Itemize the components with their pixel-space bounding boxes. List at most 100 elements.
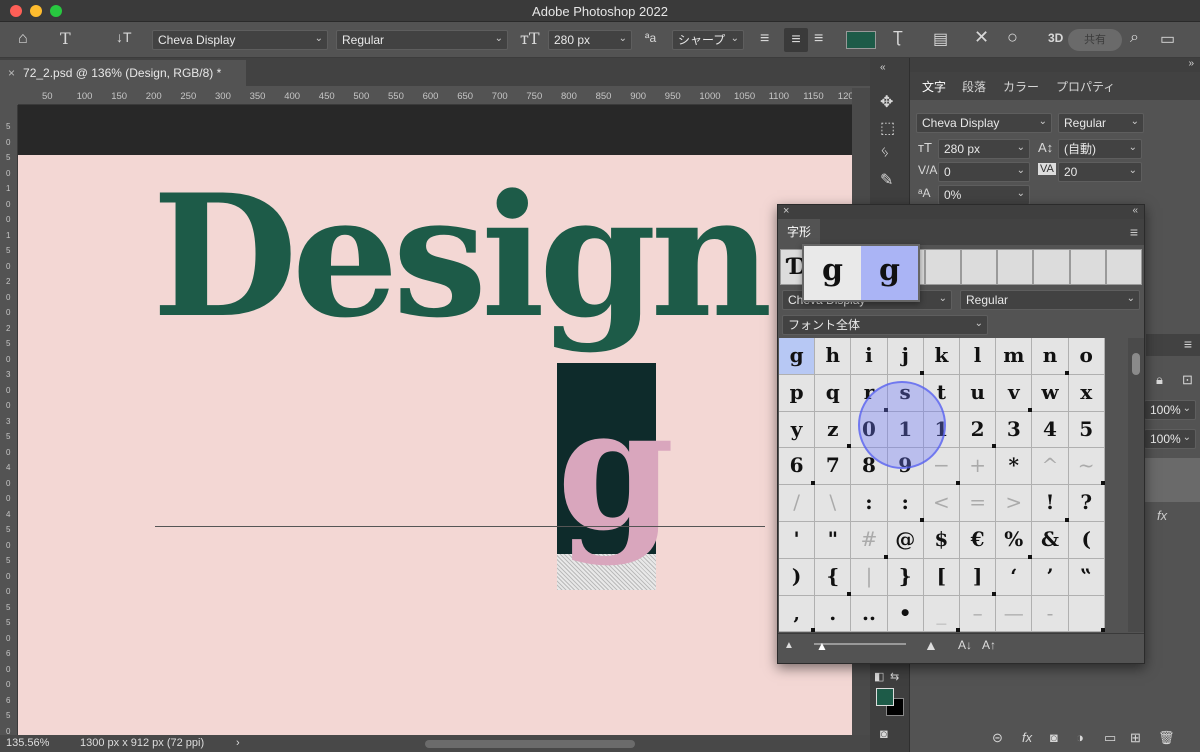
- tab-glyphs[interactable]: 字形: [778, 219, 820, 245]
- recent-glyph-cell[interactable]: [997, 249, 1034, 285]
- glyph-cell[interactable]: 5: [1068, 411, 1105, 449]
- glyph-cell[interactable]: —: [996, 595, 1033, 632]
- glyph-cell[interactable]: l: [960, 338, 997, 375]
- move-tool-icon[interactable]: ✥: [880, 92, 893, 112]
- glyph-cell[interactable]: \: [815, 485, 852, 522]
- glyph-cell[interactable]: ‘: [996, 558, 1033, 596]
- quick-select-icon[interactable]: ✎: [880, 170, 893, 190]
- glyph-cell[interactable]: •: [887, 595, 924, 632]
- glyphs-close-icon[interactable]: ×: [783, 205, 789, 217]
- cancel-icon[interactable]: ✕: [974, 27, 989, 48]
- char-kerning-select[interactable]: 0 ⌄: [938, 162, 1030, 182]
- antialias-select[interactable]: シャープ ⌄: [672, 30, 744, 50]
- tab-character[interactable]: 文字: [922, 78, 946, 95]
- char-leading-select[interactable]: (自動) ⌄: [1058, 139, 1142, 159]
- glyph-cell[interactable]: ?: [1068, 485, 1105, 522]
- workspace-icon[interactable]: ▭: [1160, 29, 1175, 49]
- tab-close-icon[interactable]: ×: [8, 66, 15, 80]
- swap-colors-icon[interactable]: ⇆: [890, 670, 899, 683]
- share-button[interactable]: 共有: [1068, 29, 1122, 51]
- glyph-cell[interactable]: o: [1068, 338, 1105, 375]
- glyph-cell[interactable]: >: [996, 485, 1033, 522]
- glyph-cell[interactable]: *: [996, 448, 1033, 486]
- glyph-cell[interactable]: {: [815, 558, 852, 596]
- adjustment-layer-icon[interactable]: ◑: [1076, 730, 1084, 745]
- glyph-cell[interactable]: ': [779, 522, 816, 559]
- glyph-cell[interactable]: 2: [960, 411, 997, 449]
- panel-menu-icon[interactable]: ≡: [1130, 224, 1138, 240]
- small-mountain-icon[interactable]: ▲: [784, 640, 794, 651]
- glyph-font-style-select[interactable]: Regular ⌄: [960, 290, 1140, 310]
- glyph-cell[interactable]: h: [815, 338, 852, 375]
- add-mask-icon[interactable]: ◙: [1050, 730, 1058, 745]
- lock-all-icon[interactable]: ⊡: [1182, 372, 1193, 388]
- align-center-icon[interactable]: ≡: [784, 28, 808, 52]
- glyph-cell[interactable]: u: [960, 374, 997, 412]
- collapse-icon[interactable]: »: [1188, 58, 1194, 69]
- zoom-level[interactable]: 135.56%: [6, 737, 49, 749]
- font-family-select[interactable]: Cheva Display ⌄: [152, 30, 328, 50]
- glyph-cell[interactable]: ]: [960, 558, 997, 596]
- glyph-cell[interactable]: /: [779, 485, 816, 522]
- commit-icon[interactable]: ○: [1007, 27, 1018, 48]
- link-layers-icon[interactable]: ⊝: [992, 730, 1003, 746]
- font-size-select[interactable]: 280 px ⌄: [548, 30, 632, 50]
- foreground-color-swatch[interactable]: [876, 688, 894, 706]
- tab-color[interactable]: カラー: [1003, 78, 1039, 95]
- glyph-cell[interactable]: m: [996, 338, 1033, 375]
- glyph-cell[interactable]: [1068, 595, 1105, 632]
- glyph-cell[interactable]: &: [1032, 522, 1069, 559]
- home-icon[interactable]: ⌂: [18, 30, 28, 48]
- glyph-cell[interactable]: ^: [1032, 448, 1069, 486]
- add-style-icon[interactable]: fx: [1022, 730, 1032, 745]
- decrease-size-icon[interactable]: A↓: [958, 638, 972, 652]
- glyph-cell[interactable]: 7: [815, 448, 852, 486]
- lasso-tool-icon[interactable]: ᛃ: [880, 144, 890, 162]
- glyph-cell[interactable]: 3: [996, 411, 1033, 449]
- glyph-cell[interactable]: }: [887, 558, 924, 596]
- glyph-cell[interactable]: €: [960, 522, 997, 559]
- tab-paragraph[interactable]: 段落: [962, 78, 986, 95]
- glyph-cell[interactable]: !: [1032, 485, 1069, 522]
- tab-properties[interactable]: プロパティ: [1056, 78, 1115, 95]
- glyph-cell[interactable]: $: [923, 522, 960, 559]
- glyph-cell[interactable]: @: [887, 522, 924, 559]
- default-colors-icon[interactable]: ◧: [874, 670, 884, 683]
- glyph-cell[interactable]: ": [815, 522, 852, 559]
- recent-glyph-cell[interactable]: [1069, 249, 1106, 285]
- large-mountain-icon[interactable]: ▲: [924, 637, 938, 653]
- collapse-icon[interactable]: «: [880, 62, 886, 73]
- glyph-cell[interactable]: y: [779, 411, 816, 449]
- glyph-cell[interactable]: =: [960, 485, 997, 522]
- status-menu-arrow[interactable]: ›: [236, 737, 240, 749]
- glyph-cell[interactable]: |: [851, 558, 888, 596]
- glyph-cell[interactable]: (: [1068, 522, 1105, 559]
- glyph-cell[interactable]: q: [815, 374, 852, 412]
- glyph-grid-scrollbar[interactable]: [1128, 338, 1144, 632]
- text-color-swatch[interactable]: [846, 31, 876, 49]
- glyph-cell[interactable]: w: [1032, 374, 1069, 412]
- scroll-thumb[interactable]: [1132, 353, 1140, 375]
- marquee-tool-icon[interactable]: ⬚: [880, 118, 895, 138]
- glyph-cell[interactable]: g: [779, 338, 816, 375]
- recent-glyph-cell[interactable]: [1105, 249, 1142, 285]
- glyph-cell[interactable]: ..: [851, 595, 888, 632]
- glyph-cell[interactable]: i: [851, 338, 888, 375]
- glyph-cell[interactable]: x: [1068, 374, 1105, 412]
- glyph-cell[interactable]: #: [851, 522, 888, 559]
- warp-text-icon[interactable]: Ʈ: [893, 29, 903, 47]
- panel-menu-icon[interactable]: ≡: [1184, 336, 1192, 352]
- glyph-cell[interactable]: p: [779, 374, 816, 412]
- char-tracking-select[interactable]: 20 ⌄: [1058, 162, 1142, 182]
- canvas-text-layer[interactable]: Design: [152, 172, 773, 340]
- recent-glyph-cell[interactable]: [924, 249, 961, 285]
- glyph-cell[interactable]: .: [815, 595, 852, 632]
- layer-row[interactable]: [1144, 458, 1200, 502]
- glyph-cell[interactable]: :: [851, 485, 888, 522]
- glyph-cell[interactable]: _: [923, 595, 961, 632]
- char-font-family-select[interactable]: Cheva Display ⌄: [916, 113, 1052, 133]
- trash-icon[interactable]: 🗑︎: [1158, 730, 1175, 746]
- search-icon[interactable]: ⌕: [1130, 29, 1139, 47]
- lock-icon[interactable]: 🔒︎: [1156, 372, 1163, 388]
- 3d-icon[interactable]: 3D: [1048, 31, 1063, 45]
